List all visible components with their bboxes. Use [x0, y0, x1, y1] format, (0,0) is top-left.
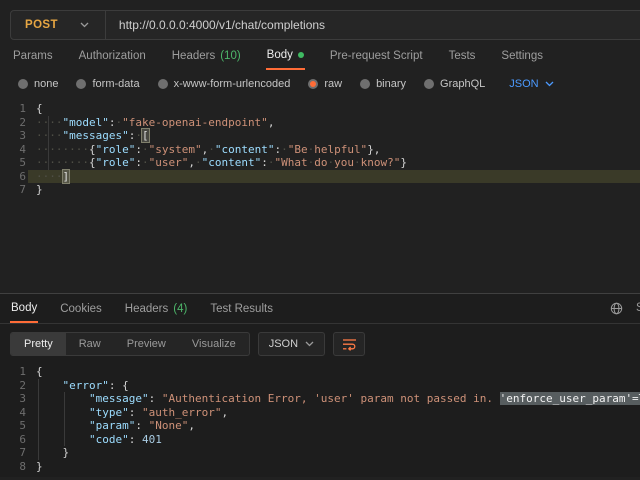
- code-line: 2····"model":·"fake-openai-endpoint",: [0, 116, 640, 130]
- code-line: 8}: [0, 460, 640, 474]
- line-number: 6: [0, 170, 36, 184]
- code-line: 5········{"role":·"user",·"content":·"Wh…: [0, 156, 640, 170]
- chevron-down-icon[interactable]: [80, 22, 105, 28]
- line-number: 7: [0, 446, 36, 460]
- chevron-down-icon: [545, 81, 554, 87]
- line-number: 1: [0, 365, 36, 379]
- body-type-binary[interactable]: binary: [360, 78, 406, 90]
- tab-authorization[interactable]: Authorization: [78, 46, 147, 70]
- option-label: raw: [324, 78, 342, 90]
- radio-icon: [18, 79, 28, 89]
- tab-settings[interactable]: Settings: [500, 46, 544, 70]
- tab-label: Cookies: [60, 303, 102, 315]
- view-preview[interactable]: Preview: [114, 333, 179, 355]
- url-bar: POST http://0.0.0.0:4000/v1/chat/complet…: [10, 10, 640, 40]
- response-tab-headers[interactable]: Headers (4): [124, 294, 189, 323]
- tab-label: Authorization: [79, 50, 146, 62]
- tab-label: Params: [13, 50, 53, 62]
- line-number: 8: [0, 460, 36, 474]
- tab-label: Tests: [449, 50, 476, 62]
- line-number: 6: [0, 433, 36, 447]
- tab-body[interactable]: Body: [266, 46, 305, 70]
- code-line: 6····]: [0, 170, 640, 184]
- line-number: 2: [0, 379, 36, 393]
- code-line: 7 }: [0, 446, 640, 460]
- format-label: JSON: [269, 338, 298, 350]
- line-number: 3: [0, 392, 36, 406]
- tab-headers[interactable]: Headers (10): [171, 46, 242, 70]
- code-line: 1{: [0, 365, 640, 379]
- response-format-dropdown[interactable]: JSON: [258, 332, 325, 356]
- body-type-form-data[interactable]: form-data: [76, 78, 139, 90]
- headers-count-badge: (10): [220, 50, 240, 62]
- raw-format-dropdown[interactable]: JSON: [509, 78, 553, 90]
- option-label: form-data: [92, 78, 139, 90]
- body-type-raw[interactable]: raw: [308, 78, 342, 90]
- view-switcher: Pretty Raw Preview Visualize: [10, 332, 250, 356]
- body-modified-dot: [298, 52, 304, 58]
- body-type-graphql[interactable]: GraphQL: [424, 78, 485, 90]
- radio-icon: [158, 79, 168, 89]
- response-toolbar: Pretty Raw Preview Visualize JSON: [10, 332, 640, 356]
- wrap-lines-button[interactable]: [333, 332, 365, 356]
- response-pane: Body Cookies Headers (4) Test Results S P…: [0, 293, 640, 477]
- tab-label: Headers: [125, 303, 168, 315]
- view-visualize[interactable]: Visualize: [179, 333, 249, 355]
- chevron-down-icon: [305, 341, 314, 347]
- option-label: GraphQL: [440, 78, 485, 90]
- headers-count-badge: (4): [173, 303, 187, 315]
- line-number: 3: [0, 129, 36, 143]
- url-input[interactable]: http://0.0.0.0:4000/v1/chat/completions: [106, 18, 325, 32]
- status-label-clipped: S: [636, 302, 640, 314]
- code-line: 5 "param": "None",: [0, 419, 640, 433]
- code-line: 3····"messages":·[: [0, 129, 640, 143]
- code-line: 1{: [0, 102, 640, 116]
- tab-label: Body: [267, 49, 293, 61]
- globe-icon[interactable]: [610, 302, 623, 318]
- line-number: 2: [0, 116, 36, 130]
- line-number: 4: [0, 406, 36, 420]
- request-body-editor[interactable]: 1{2····"model":·"fake-openai-endpoint",3…: [0, 102, 640, 293]
- line-number: 4: [0, 143, 36, 157]
- body-type-x-www-form-urlencoded[interactable]: x-www-form-urlencoded: [158, 78, 291, 90]
- tab-label: Settings: [501, 50, 543, 62]
- tab-tests[interactable]: Tests: [448, 46, 477, 70]
- tab-label: Headers: [172, 50, 215, 62]
- tab-label: Pre-request Script: [330, 50, 423, 62]
- option-label: binary: [376, 78, 406, 90]
- raw-format-label: JSON: [509, 78, 538, 90]
- response-tabs: Body Cookies Headers (4) Test Results S: [0, 294, 640, 324]
- radio-selected-icon: [308, 79, 318, 89]
- view-pretty[interactable]: Pretty: [11, 333, 66, 355]
- tab-label: Test Results: [210, 303, 273, 315]
- option-label: x-www-form-urlencoded: [174, 78, 291, 90]
- code-line: 4 "type": "auth_error",: [0, 406, 640, 420]
- tab-pre-request-script[interactable]: Pre-request Script: [329, 46, 424, 70]
- code-line: 6 "code": 401: [0, 433, 640, 447]
- word-wrap-icon: [342, 338, 357, 351]
- line-number: 1: [0, 102, 36, 116]
- response-tab-cookies[interactable]: Cookies: [59, 294, 103, 323]
- line-number: 7: [0, 183, 36, 197]
- code-line: 4········{"role":·"system",·"content":·"…: [0, 143, 640, 157]
- method-selector[interactable]: POST: [11, 19, 80, 31]
- code-line: 7}: [0, 183, 640, 197]
- option-label: none: [34, 78, 58, 90]
- radio-icon: [76, 79, 86, 89]
- view-raw[interactable]: Raw: [66, 333, 114, 355]
- request-tabs: Params Authorization Headers (10) Body Pr…: [12, 46, 544, 70]
- code-line: 2 "error": {: [0, 379, 640, 393]
- tab-params[interactable]: Params: [12, 46, 54, 70]
- tab-label: Body: [11, 302, 37, 314]
- line-number: 5: [0, 419, 36, 433]
- radio-icon: [360, 79, 370, 89]
- response-tab-test-results[interactable]: Test Results: [209, 294, 274, 323]
- body-type-none[interactable]: none: [18, 78, 58, 90]
- response-body-editor[interactable]: 1{2 "error": {3 "message": "Authenticati…: [0, 365, 640, 480]
- body-type-row: none form-data x-www-form-urlencoded raw…: [18, 78, 554, 90]
- line-number: 5: [0, 156, 36, 170]
- response-tab-body[interactable]: Body: [10, 294, 38, 323]
- radio-icon: [424, 79, 434, 89]
- code-line: 3 "message": "Authentication Error, 'use…: [0, 392, 640, 406]
